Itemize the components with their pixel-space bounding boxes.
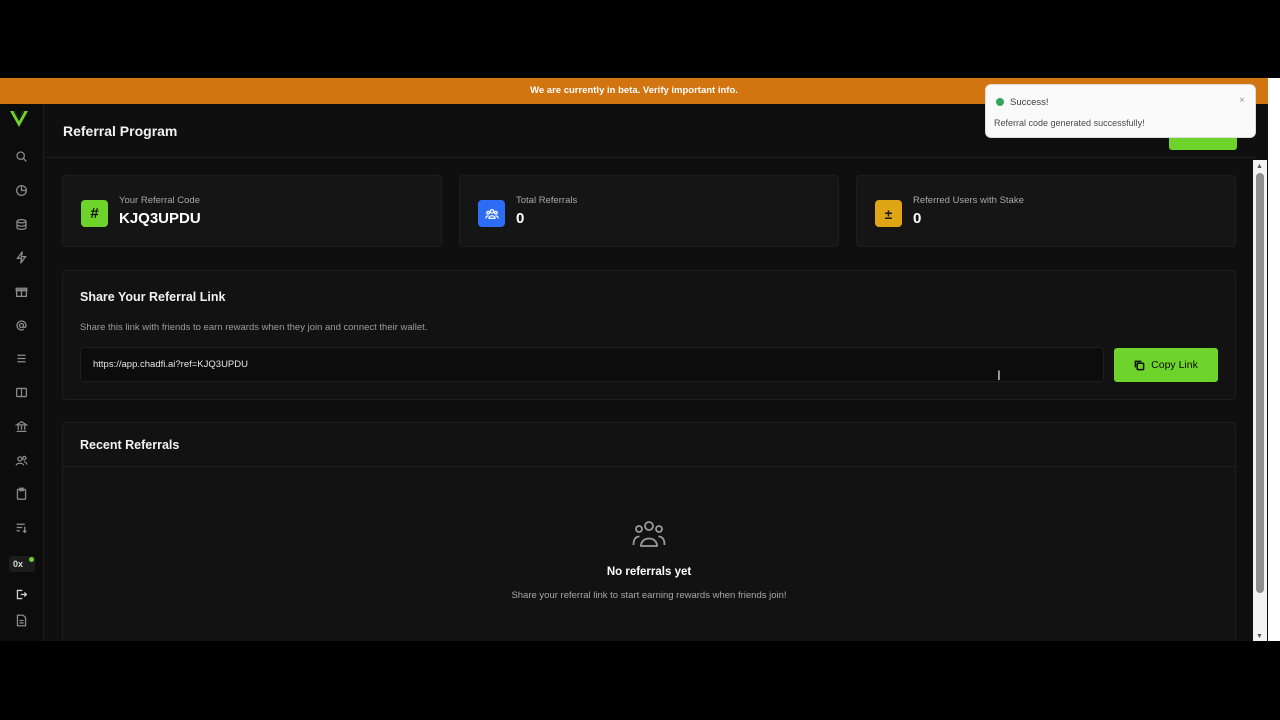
bank-icon[interactable] [13, 418, 29, 434]
page-title: Referral Program [63, 123, 178, 139]
recent-referrals-panel: Recent Referrals No referrals yet Share … [62, 422, 1236, 641]
recent-referrals-header: Recent Referrals [63, 423, 1235, 467]
stat-label: Referred Users with Stake [913, 195, 1024, 206]
connected-dot-icon [29, 557, 34, 562]
toast-title: Success! [1010, 97, 1049, 108]
recent-referrals-title: Recent Referrals [80, 438, 180, 452]
window-edge [1268, 78, 1280, 641]
database-icon[interactable] [13, 216, 29, 232]
share-title: Share Your Referral Link [80, 290, 226, 304]
success-check-icon [996, 98, 1004, 106]
wallet-indicator[interactable]: 0x [9, 556, 35, 572]
stat-card-referral-code: # Your Referral Code KJQ3UPDU [62, 175, 442, 247]
plus-minus-icon: ± [875, 200, 902, 227]
document-icon[interactable] [13, 612, 29, 628]
users-group-icon [632, 521, 666, 547]
empty-state-title: No referrals yet [606, 566, 692, 578]
stat-label: Your Referral Code [119, 195, 200, 206]
users-icon [478, 200, 505, 227]
search-icon[interactable] [13, 148, 29, 164]
scroll-thumb[interactable] [1256, 173, 1264, 593]
close-icon[interactable]: × [1239, 95, 1245, 106]
empty-state-description: Share your referral link to start earnin… [511, 590, 787, 601]
hash-icon: # [81, 200, 108, 227]
list-icon[interactable] [13, 350, 29, 366]
sidebar: 0x [0, 104, 44, 641]
stat-card-total-referrals: Total Referrals 0 [459, 175, 839, 247]
logout-icon[interactable] [13, 586, 29, 602]
page-scrollbar[interactable]: ▲ ▼ [1253, 160, 1267, 641]
referral-link-field[interactable] [80, 347, 1104, 382]
chart-pie-icon[interactable] [13, 182, 29, 198]
clipboard-icon[interactable] [13, 485, 29, 501]
lightning-icon[interactable] [13, 249, 29, 265]
share-description: Share this link with friends to earn rew… [80, 322, 428, 333]
gift-icon[interactable] [13, 283, 29, 299]
sort-icon[interactable] [13, 519, 29, 535]
stat-value: 0 [913, 210, 922, 227]
copy-link-label: Copy Link [1151, 359, 1198, 371]
text-cursor-icon: I [997, 367, 1001, 383]
users-icon[interactable] [13, 452, 29, 468]
toast-message: Referral code generated successfully! [994, 118, 1145, 128]
app-window: We are currently in beta. Verify importa… [0, 78, 1280, 641]
stat-value: 0 [516, 210, 525, 227]
scroll-down-arrow-icon[interactable]: ▼ [1256, 633, 1263, 640]
at-sign-icon[interactable] [13, 317, 29, 333]
header-action-button[interactable] [1169, 138, 1237, 150]
stat-card-stake-users: ± Referred Users with Stake 0 [856, 175, 1236, 247]
stat-value: KJQ3UPDU [119, 210, 201, 227]
brand-logo[interactable] [8, 108, 30, 130]
book-icon[interactable] [13, 384, 29, 400]
copy-icon [1134, 360, 1145, 370]
stat-label: Total Referrals [516, 195, 578, 206]
wallet-label: 0x [13, 559, 24, 569]
scroll-up-arrow-icon[interactable]: ▲ [1256, 163, 1263, 170]
success-toast: Success! Referral code generated success… [985, 84, 1256, 138]
share-referral-panel: Share Your Referral Link Share this link… [62, 270, 1236, 400]
copy-link-button[interactable]: Copy Link [1114, 348, 1218, 382]
